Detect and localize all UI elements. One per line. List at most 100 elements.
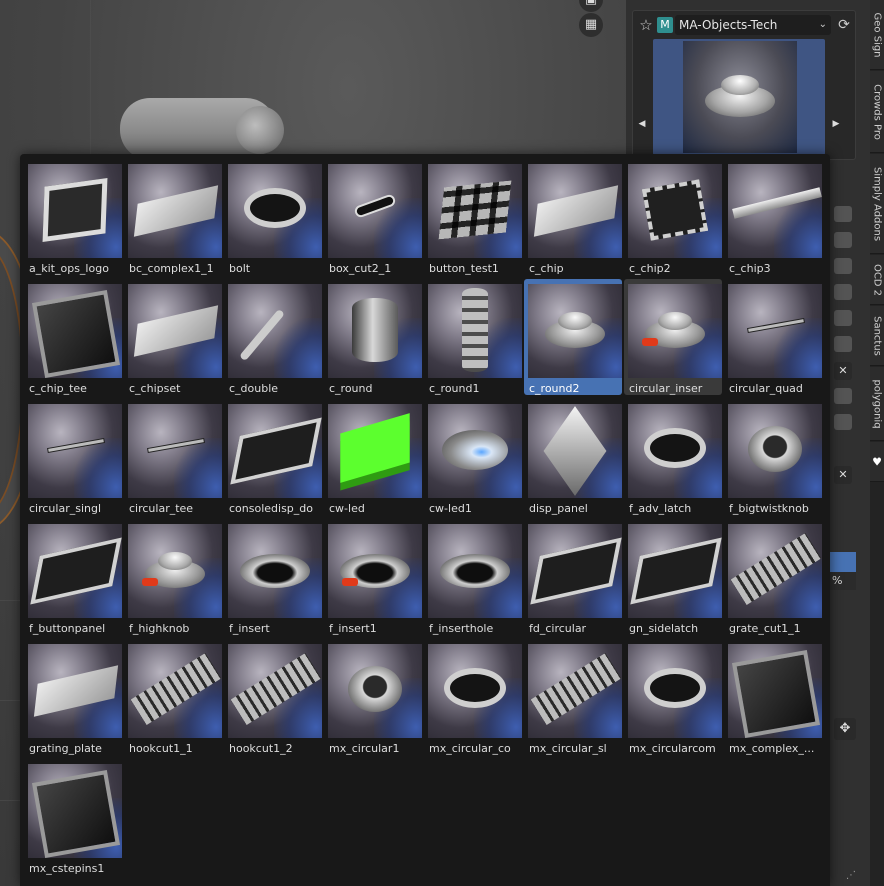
asset-thumbnail-shape xyxy=(33,665,119,717)
resize-grip-icon[interactable]: ⋰ xyxy=(846,870,856,881)
asset-label: button_test1 xyxy=(429,262,499,275)
asset-label: c_round1 xyxy=(429,382,480,395)
asset-tile[interactable]: c_chipset xyxy=(124,279,222,395)
asset-thumbnail-shape xyxy=(130,652,222,726)
asset-tile[interactable]: c_round xyxy=(324,279,422,395)
property-field[interactable] xyxy=(834,310,852,326)
asset-tile[interactable]: consoledisp_do xyxy=(224,399,322,515)
asset-tile[interactable]: grating_plate xyxy=(24,639,122,755)
hearts-icon: ♥ xyxy=(872,455,882,468)
active-slider[interactable] xyxy=(826,552,856,572)
asset-tile[interactable]: mx_circularcom xyxy=(624,639,722,755)
asset-tile[interactable]: mx_circular_sl xyxy=(524,639,622,755)
asset-tile[interactable]: circular_tee xyxy=(124,399,222,515)
asset-tile[interactable]: c_round1 xyxy=(424,279,522,395)
asset-tile[interactable]: f_inserthole xyxy=(424,519,522,635)
asset-tile[interactable]: mx_complex_... xyxy=(724,639,822,755)
asset-thumbnail xyxy=(428,644,522,738)
asset-tile[interactable]: f_insert xyxy=(224,519,322,635)
asset-tile[interactable]: c_double xyxy=(224,279,322,395)
asset-thumbnail xyxy=(28,644,122,738)
chevron-down-icon: ⌄ xyxy=(818,19,827,30)
move-icon[interactable]: ✥ xyxy=(834,718,856,740)
property-field[interactable] xyxy=(834,232,852,248)
asset-label: c_chip xyxy=(529,262,564,275)
asset-tile[interactable]: bolt xyxy=(224,159,322,275)
tab-sanctus[interactable]: Sanctus xyxy=(870,306,884,366)
next-arrow-icon[interactable]: ▶ xyxy=(829,117,843,131)
asset-tile[interactable]: c_chip2 xyxy=(624,159,722,275)
asset-thumbnail-shape xyxy=(30,537,122,605)
tab-geo-sign[interactable]: Geo Sign xyxy=(870,0,884,70)
asset-thumbnail-shape xyxy=(748,319,804,332)
asset-thumbnail xyxy=(228,404,322,498)
tab-polygoniq[interactable]: polygoniq xyxy=(870,367,884,441)
asset-tile[interactable]: mx_circular1 xyxy=(324,639,422,755)
close-icon[interactable]: ✕ xyxy=(834,466,852,484)
asset-tile[interactable]: hookcut1_2 xyxy=(224,639,322,755)
asset-tile[interactable]: f_adv_latch xyxy=(624,399,722,515)
asset-library-name: MA-Objects-Tech xyxy=(679,18,778,32)
asset-thumbnail xyxy=(628,284,722,378)
asset-tile[interactable]: c_chip3 xyxy=(724,159,822,275)
asset-tile[interactable]: a_kit_ops_logo xyxy=(24,159,122,275)
asset-tile[interactable]: cw-led xyxy=(324,399,422,515)
asset-tile[interactable]: f_insert1 xyxy=(324,519,422,635)
tab-hearts[interactable]: ♥ xyxy=(870,442,884,482)
asset-tile[interactable]: f_highknob xyxy=(124,519,222,635)
property-field[interactable] xyxy=(834,414,852,430)
property-field[interactable] xyxy=(834,388,852,404)
tab-ocd-2[interactable]: OCD 2 xyxy=(870,255,884,305)
property-field[interactable] xyxy=(834,284,852,300)
asset-thumbnail xyxy=(428,284,522,378)
property-field[interactable] xyxy=(834,336,852,352)
asset-tile[interactable]: f_bigtwistknob xyxy=(724,399,822,515)
asset-thumbnail xyxy=(128,644,222,738)
asset-tile[interactable]: box_cut2_1 xyxy=(324,159,422,275)
asset-tile[interactable]: c_chip_tee xyxy=(24,279,122,395)
asset-thumbnail xyxy=(28,164,122,258)
previous-arrow-icon[interactable]: ◀ xyxy=(635,117,649,131)
asset-thumbnail-shape xyxy=(133,185,219,237)
asset-tile[interactable]: cw-led1 xyxy=(424,399,522,515)
percent-field[interactable]: % xyxy=(826,572,856,590)
asset-tile[interactable]: c_round2 xyxy=(524,279,622,395)
property-field[interactable] xyxy=(834,206,852,222)
asset-tile[interactable]: circular_inser xyxy=(624,279,722,395)
tab-simply-addons[interactable]: Simply Addons xyxy=(870,154,884,254)
asset-tile[interactable]: button_test1 xyxy=(424,159,522,275)
asset-preview[interactable]: ◀ ▶ xyxy=(639,39,839,155)
asset-tile[interactable]: mx_circular_co xyxy=(424,639,522,755)
asset-label: mx_circular_co xyxy=(429,742,511,755)
perspective-grid-icon[interactable]: ▦ xyxy=(579,13,603,37)
asset-thumbnail-shape xyxy=(31,289,121,378)
asset-thumbnail xyxy=(428,404,522,498)
asset-thumbnail-shape xyxy=(558,312,592,330)
asset-label: circular_quad xyxy=(729,382,803,395)
property-field[interactable] xyxy=(834,258,852,274)
asset-tile[interactable]: f_buttonpanel xyxy=(24,519,122,635)
star-icon[interactable]: ☆ xyxy=(637,15,655,35)
asset-thumbnail-shape xyxy=(543,406,607,496)
asset-tile[interactable]: mx_cstepins1 xyxy=(24,759,122,875)
asset-tile[interactable]: disp_panel xyxy=(524,399,622,515)
asset-thumbnail-shape xyxy=(442,430,508,470)
asset-tile[interactable]: hookcut1_1 xyxy=(124,639,222,755)
refresh-icon[interactable]: ⟳ xyxy=(835,16,853,34)
viewport-mesh-object[interactable] xyxy=(120,98,284,160)
asset-tile[interactable]: fd_circular xyxy=(524,519,622,635)
tab-crowds-pro[interactable]: Crowds Pro xyxy=(870,71,884,153)
asset-tile[interactable]: c_chip xyxy=(524,159,622,275)
asset-thumbnail-shape xyxy=(158,552,192,570)
asset-tile[interactable]: circular_singl xyxy=(24,399,122,515)
asset-tile[interactable]: bc_complex1_1 xyxy=(124,159,222,275)
camera-view-icon[interactable]: ▣ xyxy=(579,0,603,12)
asset-tile[interactable]: circular_quad xyxy=(724,279,822,395)
close-icon[interactable]: ✕ xyxy=(834,362,852,380)
asset-tile[interactable]: gn_sidelatch xyxy=(624,519,722,635)
asset-tile[interactable]: grate_cut1_1 xyxy=(724,519,822,635)
asset-library-select[interactable]: MA-Objects-Tech ⌄ xyxy=(675,15,831,35)
asset-thumbnail-shape xyxy=(133,305,219,357)
asset-preview-image xyxy=(683,41,797,153)
asset-label: mx_cstepins1 xyxy=(29,862,105,875)
